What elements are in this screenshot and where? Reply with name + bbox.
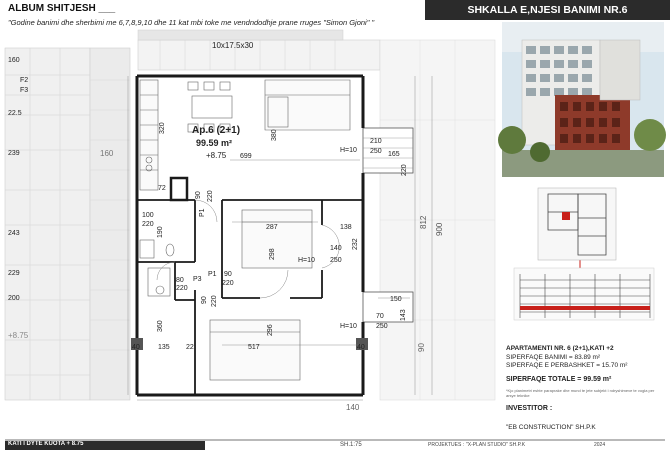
dim-380: 380 (271, 129, 278, 141)
dim-699: 699 (240, 153, 252, 160)
dim-135: 135 (158, 344, 170, 351)
apartment-area: 99.59 m² (196, 138, 232, 148)
total-area: SIPERFAQE TOTALE = 99.59 m² (506, 376, 612, 383)
strip-label-1: 160 (8, 57, 20, 64)
dim-90b: 90 (224, 271, 232, 278)
floor-label: KATI I DYTE KUOTA + 8.75 (8, 441, 84, 447)
dim-517: 517 (248, 344, 260, 351)
dim-220a: 220 (401, 164, 408, 176)
dim-150: 150 (390, 296, 402, 303)
designer-name: "X-PLAN STUDIO" SH.P.K (466, 442, 526, 448)
strip-label-5: 239 (8, 150, 20, 157)
dim-90c: 90 (201, 296, 208, 304)
dim-220f: 220 (211, 295, 218, 307)
key-plan (537, 187, 617, 261)
strip-label-6: 243 (8, 230, 20, 237)
dim-250b: 250 (330, 257, 342, 264)
key-plan-highlight (562, 212, 570, 220)
dim-220d: 220 (176, 285, 188, 292)
dim-70: 70 (376, 313, 384, 320)
section-diagram (513, 267, 655, 321)
right-grid-area (362, 39, 496, 401)
dim-p1a: P1 (199, 208, 206, 217)
dim-296: 296 (267, 324, 274, 336)
dim-p1b: P1 (208, 271, 217, 278)
project-subtitle: "Godine banimi dhe sherbimi me 6,7,8,9,1… (8, 18, 375, 27)
dim-140: 140 (330, 245, 342, 252)
dim-22: 22 (186, 344, 194, 351)
designer-label: PROJEKTUES : (428, 442, 465, 448)
dim-812: 812 (419, 215, 428, 229)
outside-elevation: +8.75 (8, 331, 29, 340)
furniture (139, 79, 351, 381)
investor-name: "EB CONSTRUCTION" SH.P.K (506, 424, 596, 431)
strip-label-7: 229 (8, 270, 20, 277)
dim-h10a: H=10 (340, 147, 357, 154)
dim-298: 298 (269, 248, 276, 260)
dim-90d: 90 (417, 343, 426, 352)
dim-165: 165 (388, 151, 400, 158)
strip-label-8: 200 (8, 295, 20, 302)
investor-label: INVESTITOR : (506, 405, 553, 412)
dim-190: 190 (157, 226, 164, 238)
dim-287: 287 (266, 224, 278, 231)
shared-area: SIPERFAQE E PERBASHKET = 15.70 m² (506, 362, 628, 369)
dim-100: 100 (142, 212, 154, 219)
strip-label-2: F2 (20, 77, 28, 84)
dim-72: 72 (158, 185, 166, 192)
top-stair-label: 10x17.5x30 (212, 41, 254, 50)
stair-strip (137, 29, 381, 71)
dim-90a: 90 (195, 191, 202, 199)
dim-140b: 140 (346, 403, 360, 412)
sales-plan-sheet: 10x17.5x30 Ap.6 (2+1) 99.59 m² +8.75 +8.… (0, 0, 670, 450)
dim-250c: 250 (376, 323, 388, 330)
apartment-line: APARTAMENTI NR. 6 (2+1),KATI +2 (506, 345, 614, 352)
dim-h10c: H=10 (340, 323, 357, 330)
dim-220e: 220 (222, 280, 234, 287)
dim-80: 80 (176, 277, 184, 284)
section-title: SHKALLA E,NJESI BANIMI NR.6 (425, 0, 670, 20)
dim-138: 138 (340, 224, 352, 231)
dim-40b: 40 (357, 344, 365, 351)
dim-40a: 40 (132, 344, 140, 351)
dim-p3: P3 (193, 276, 202, 283)
elevation-label: +8.75 (206, 151, 227, 160)
dim-900: 900 (435, 222, 444, 236)
left-neighbor-strip (4, 47, 131, 401)
dim-232: 232 (352, 238, 359, 250)
strip-label-4: 22.5 (8, 110, 22, 117)
dim-220b: 220 (207, 190, 214, 202)
sheet-scale: SH.1:75 (340, 442, 362, 448)
disclaimer-note: *Kjo planimetri eshte paraprake dhe mund… (506, 388, 655, 398)
dim-320: 320 (159, 122, 166, 134)
year-label: 2024 (594, 442, 606, 448)
dim-h10b: H=10 (298, 257, 315, 264)
dim-360: 360 (157, 320, 164, 332)
dim-143: 143 (400, 309, 407, 321)
living-area: SIPERFAQE BANIMI = 83.89 m² (506, 354, 601, 361)
dim-210: 210 (370, 138, 382, 145)
strip-label-3: F3 (20, 87, 28, 94)
ventilation-shaft (169, 176, 189, 202)
dim-220c: 220 (142, 221, 154, 228)
apartment-label: Ap.6 (2+1) (192, 125, 240, 136)
dim-250a: 250 (370, 148, 382, 155)
dim-160: 160 (100, 149, 114, 158)
album-title: ALBUM SHITJESH ___ (8, 3, 116, 14)
section-floor-highlight (520, 306, 650, 310)
building-rendering (498, 22, 666, 177)
